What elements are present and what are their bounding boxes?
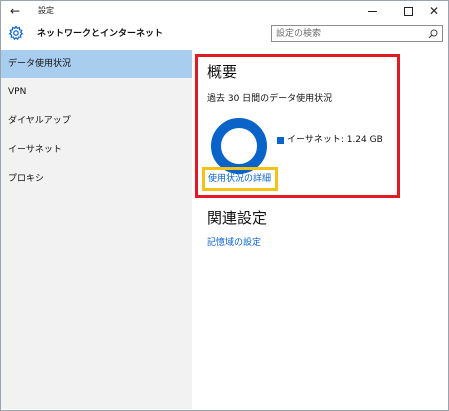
donut-ring [211, 118, 267, 174]
close-button[interactable]: ✕ [421, 1, 447, 21]
sidebar-item-ethernet[interactable]: イーサネット [1, 136, 192, 164]
title-bar: ← 設定 ✕ [1, 1, 448, 21]
arrow-left-icon: ← [9, 4, 21, 18]
storage-settings-link[interactable]: 記憶域の設定 [207, 236, 261, 250]
search-icon[interactable] [428, 29, 438, 39]
minimize-button[interactable] [357, 1, 387, 21]
maximize-button[interactable] [393, 1, 423, 21]
search-input[interactable]: 設定の検索 [271, 25, 443, 42]
related-settings-heading: 関連設定 [207, 209, 268, 227]
sidebar-item-vpn[interactable]: VPN [1, 78, 192, 106]
overview-heading: 概要 [207, 63, 238, 81]
page-title: ネットワークとインターネット [37, 29, 164, 39]
gear-icon [8, 25, 24, 41]
legend-ethernet-usage: イーサネット: 1.24 GB [287, 135, 383, 145]
window-title: 設定 [38, 6, 54, 15]
sidebar-item-dial-up[interactable]: ダイヤルアップ [1, 107, 192, 135]
usage-period-label: 過去 30 日間のデータ使用状況 [207, 94, 333, 104]
close-icon: ✕ [428, 4, 440, 18]
usage-details-link[interactable]: 使用状況の詳細 [208, 172, 271, 186]
search-placeholder: 設定の検索 [276, 29, 322, 39]
sidebar-item-data-usage[interactable]: データ使用状況 [1, 50, 192, 78]
sidebar: データ使用状況 VPN ダイヤルアップ イーサネット プロキシ [1, 50, 192, 409]
sidebar-item-proxy[interactable]: プロキシ [1, 165, 192, 193]
legend-swatch [277, 137, 284, 144]
maximize-icon [403, 6, 413, 16]
minimize-icon [367, 10, 377, 12]
back-button[interactable]: ← [7, 4, 23, 18]
